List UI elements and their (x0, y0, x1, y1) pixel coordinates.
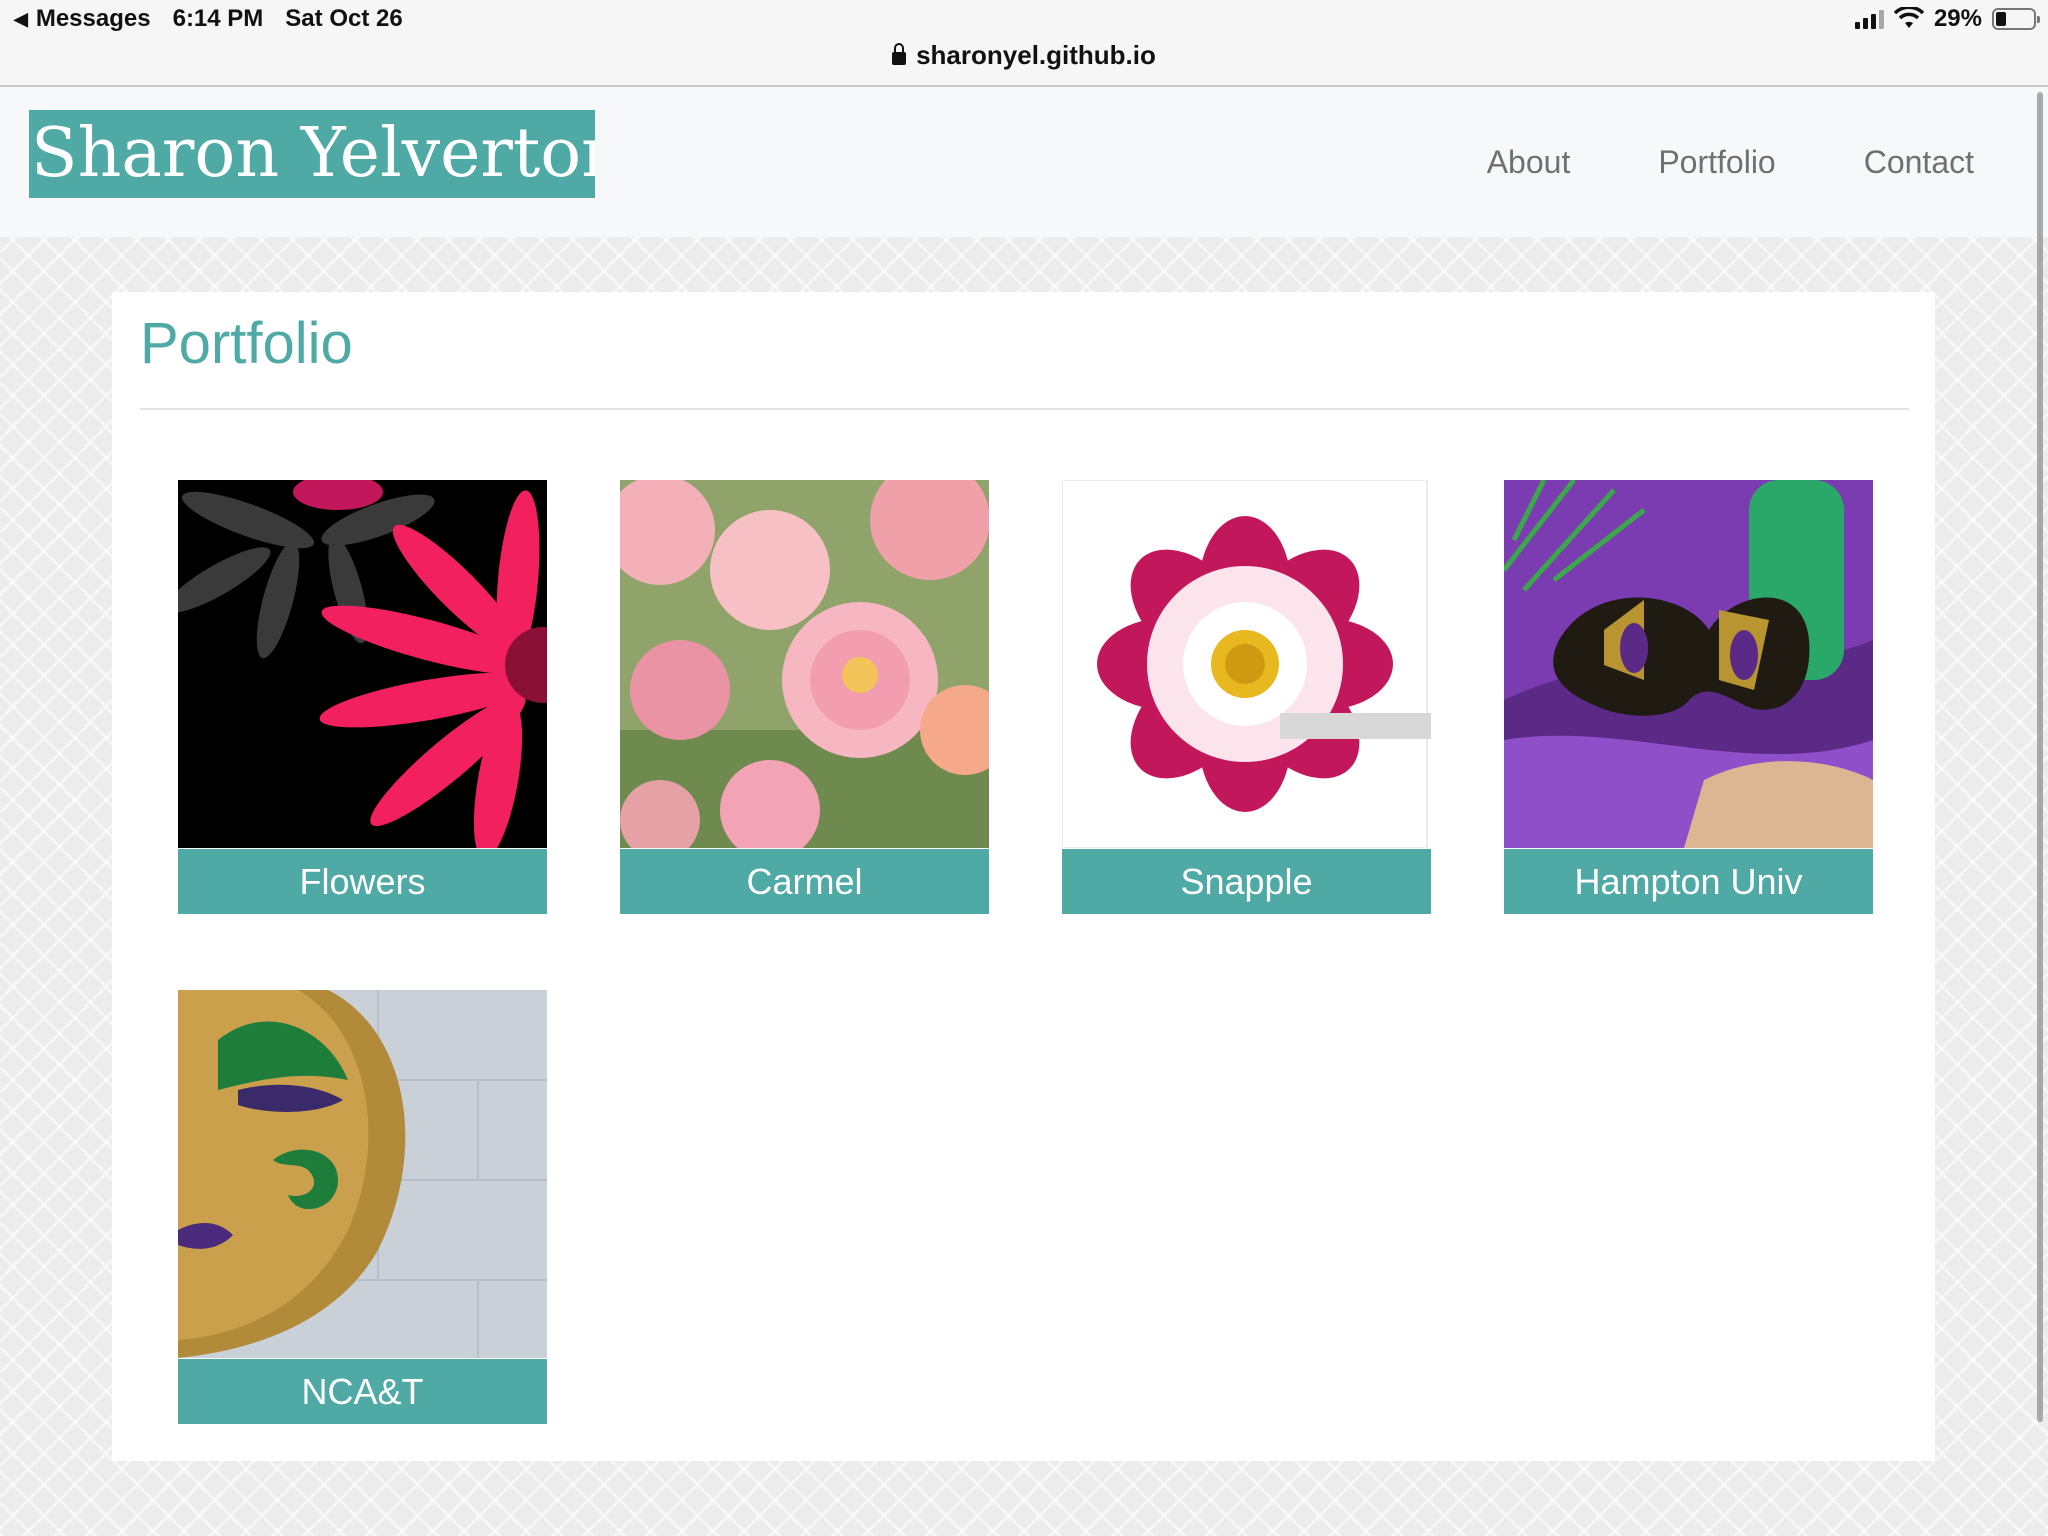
wifi-icon (1893, 7, 1924, 28)
status-time: 6:14 PM (172, 5, 264, 32)
battery-percent: 29% (1933, 5, 1982, 32)
tile-caption[interactable]: Hampton Univ (1504, 849, 1873, 914)
battery-icon (1992, 8, 2040, 30)
nav-contact[interactable]: Contact (1864, 144, 1974, 181)
lock-icon (892, 43, 907, 65)
portfolio-tile-carmel[interactable]: Carmel (620, 480, 989, 914)
url-bar[interactable]: sharonyel.github.io (0, 40, 2048, 71)
tile-image-ncat[interactable] (178, 990, 547, 1358)
tile-caption[interactable]: Snapple (1062, 849, 1431, 914)
portfolio-card: Portfolio Flowers Carmel Snapple Hampton… (112, 292, 1935, 1461)
tile-caption[interactable]: NCA&T (178, 1359, 547, 1424)
back-arrow-icon[interactable]: ◀ (14, 9, 28, 30)
masquerade-mask-image (1504, 480, 1873, 848)
status-date: Sat Oct 26 (285, 5, 403, 32)
tile-image-carmel[interactable] (620, 480, 989, 848)
mardi-gras-mask-image (178, 990, 547, 1358)
tile-image-flowers[interactable] (178, 480, 547, 848)
status-left: ◀ Messages 6:14 PM Sat Oct 26 (14, 5, 403, 33)
nav-portfolio[interactable]: Portfolio (1658, 144, 1775, 181)
url-text[interactable]: sharonyel.github.io (916, 40, 1156, 70)
page-scrollbar[interactable] (2037, 92, 2043, 1422)
portfolio-tile-ncat[interactable]: NCA&T (178, 990, 547, 1424)
site-header: Sharon Yelverton About Portfolio Contact (0, 88, 2048, 237)
pink-dahlias-image (620, 480, 989, 848)
back-app-label[interactable]: Messages (36, 5, 151, 33)
pink-daisy-image (178, 480, 547, 848)
pink-cosmos-flower-image (1062, 480, 1431, 848)
tile-image-snapple[interactable] (1062, 480, 1431, 848)
status-right: 29% (1854, 5, 2040, 33)
tile-image-hampton-univ[interactable] (1504, 480, 1873, 848)
cellular-signal-icon (1854, 9, 1884, 29)
tile-caption[interactable]: Carmel (620, 849, 989, 914)
page-title: Portfolio (140, 311, 353, 376)
portfolio-tile-snapple[interactable]: Snapple (1062, 480, 1431, 914)
nav-about[interactable]: About (1487, 144, 1571, 181)
status-bar: ◀ Messages 6:14 PM Sat Oct 26 29% sharon… (0, 0, 2048, 87)
portfolio-tile-hampton-univ[interactable]: Hampton Univ (1504, 480, 1873, 914)
tile-caption[interactable]: Flowers (178, 849, 547, 914)
main-nav: About Portfolio Contact (1487, 144, 1974, 181)
title-divider (140, 408, 1909, 410)
site-brand[interactable]: Sharon Yelverton (29, 110, 595, 198)
portfolio-tile-flowers[interactable]: Flowers (178, 480, 547, 914)
